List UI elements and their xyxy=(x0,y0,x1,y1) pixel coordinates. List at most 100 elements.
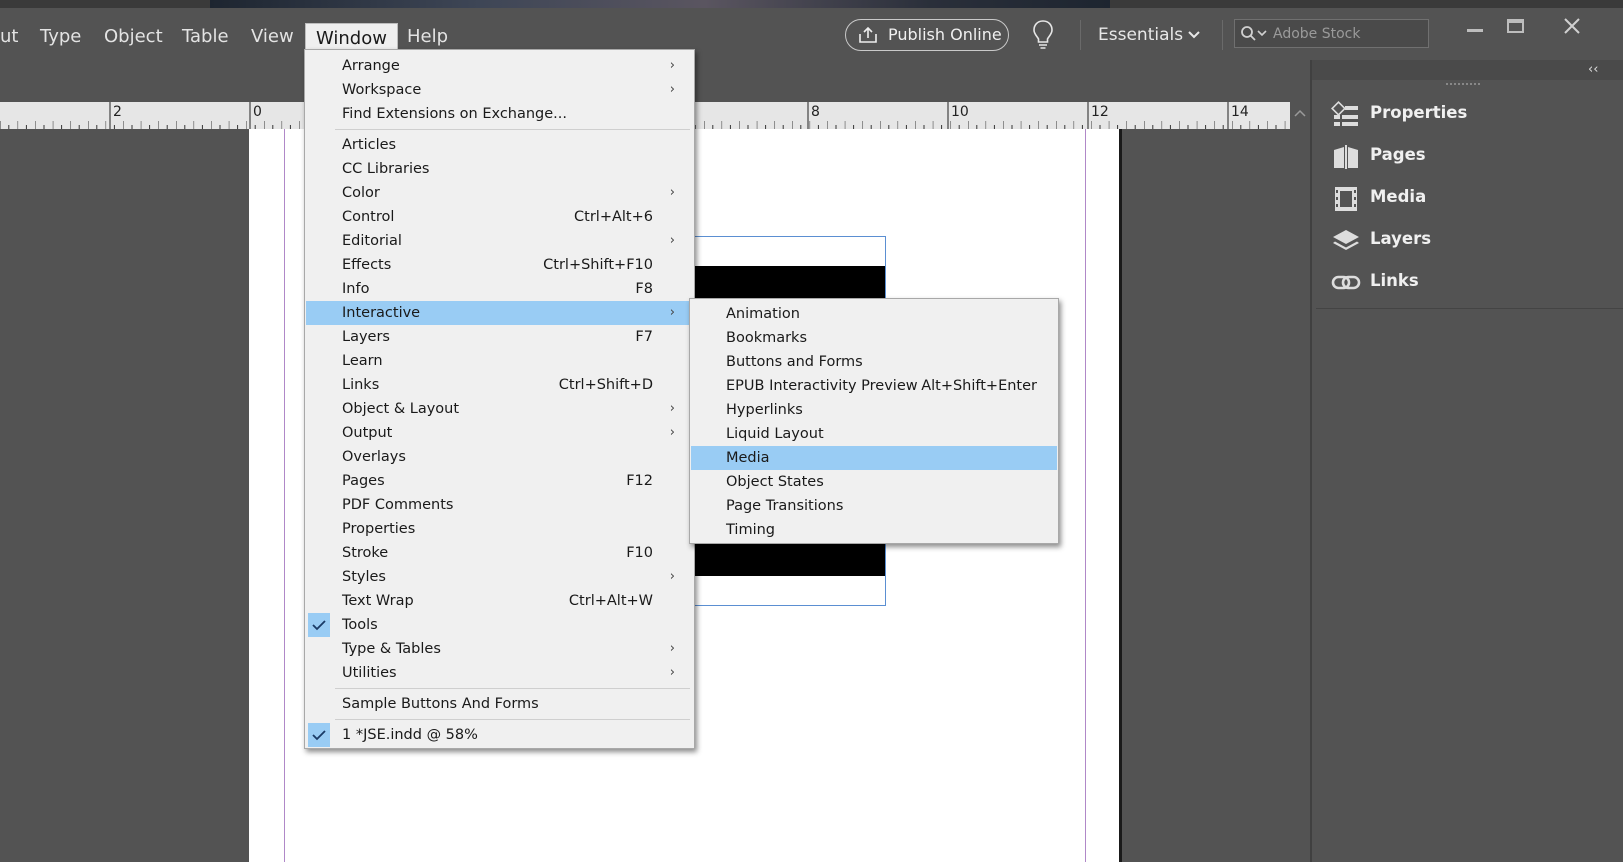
menu-item-utilities[interactable]: Utilities › xyxy=(306,661,693,685)
submenu-item-bookmarks[interactable]: Bookmarks xyxy=(691,326,1057,350)
dock-item-label: Properties xyxy=(1370,103,1468,122)
dock-item-media[interactable]: Media xyxy=(1326,181,1606,217)
submenu-item-object-states[interactable]: Object States xyxy=(691,470,1057,494)
chevron-right-icon: › xyxy=(669,401,675,416)
menu-item-info[interactable]: Info F8 xyxy=(306,277,693,301)
menu-item-tools[interactable]: Tools xyxy=(306,613,693,637)
menu-item-text-wrap[interactable]: Text Wrap Ctrl+Alt+W xyxy=(306,589,693,613)
ruler-label: 14 xyxy=(1231,104,1249,120)
pages-icon xyxy=(1334,145,1358,169)
menu-item-properties[interactable]: Properties xyxy=(306,517,693,541)
menu-item-pages[interactable]: Pages F12 xyxy=(306,469,693,493)
menu-separator xyxy=(335,129,690,130)
checkmark-icon xyxy=(308,723,330,747)
menu-shortcut: Ctrl+Shift+F10 xyxy=(543,257,653,273)
menu-item-open-document[interactable]: 1 *JSE.indd @ 58% xyxy=(306,723,693,747)
ruler-label: 10 xyxy=(951,104,969,120)
menu-separator xyxy=(335,719,690,720)
menu-shortcut: Ctrl+Alt+W xyxy=(568,593,653,609)
menu-separator xyxy=(335,688,690,689)
workspace-switcher[interactable]: Essentials xyxy=(1098,20,1183,50)
menu-item-articles[interactable]: Articles xyxy=(306,133,693,157)
menu-table[interactable]: Table xyxy=(172,22,239,52)
menu-item-cc-libraries[interactable]: CC Libraries xyxy=(306,157,693,181)
publish-online-button[interactable]: Publish Online xyxy=(845,19,1009,51)
margin-guide xyxy=(1085,129,1086,862)
chevron-right-icon: › xyxy=(669,569,675,584)
submenu-item-page-transitions[interactable]: Page Transitions xyxy=(691,494,1057,518)
dock-item-links[interactable]: Links xyxy=(1326,265,1606,301)
menu-item-workspace[interactable]: Workspace › xyxy=(306,78,693,102)
ruler-label: 12 xyxy=(1091,104,1109,120)
dock-grip[interactable] xyxy=(1446,83,1480,89)
menu-shortcut: Ctrl+Alt+6 xyxy=(574,209,653,225)
desktop-wallpaper-strip xyxy=(0,0,1623,8)
submenu-item-hyperlinks[interactable]: Hyperlinks xyxy=(691,398,1057,422)
dock-item-label: Media xyxy=(1370,187,1427,206)
upload-icon xyxy=(859,26,877,43)
menu-item-sample-buttons-forms[interactable]: Sample Buttons And Forms xyxy=(306,692,693,716)
ruler-label: 2 xyxy=(113,104,122,120)
dock-header xyxy=(1312,60,1623,80)
ruler-label: 8 xyxy=(811,104,820,120)
chevron-right-icon: › xyxy=(669,233,675,248)
close-icon[interactable] xyxy=(1553,14,1591,42)
media-icon xyxy=(1335,187,1357,211)
submenu-item-epub-preview[interactable]: EPUB Interactivity Preview Alt+Shift+Ente… xyxy=(691,374,1057,398)
menu-item-learn[interactable]: Learn xyxy=(306,349,693,373)
chevron-right-icon: › xyxy=(669,305,675,320)
menu-shortcut: Ctrl+Shift+D xyxy=(558,377,653,393)
menu-item-overlays[interactable]: Overlays xyxy=(306,445,693,469)
menu-item-effects[interactable]: Effects Ctrl+Shift+F10 xyxy=(306,253,693,277)
menu-item-find-extensions[interactable]: Find Extensions on Exchange... xyxy=(306,102,693,126)
search-input[interactable] xyxy=(1271,23,1425,45)
toolbar-separator xyxy=(1222,20,1223,50)
menu-item-object-layout[interactable]: Object & Layout › xyxy=(306,397,693,421)
menu-help[interactable]: Help xyxy=(397,22,458,52)
window-menu: Arrange › Workspace › Find Extensions on E… xyxy=(304,49,695,749)
lightbulb-icon[interactable] xyxy=(1032,19,1054,51)
menu-item-styles[interactable]: Styles › xyxy=(306,565,693,589)
adobe-stock-search[interactable] xyxy=(1234,19,1429,48)
menu-item-layers[interactable]: Layers F7 xyxy=(306,325,693,349)
dock-item-label: Layers xyxy=(1370,229,1432,248)
menu-item-control[interactable]: Control Ctrl+Alt+6 xyxy=(306,205,693,229)
submenu-item-liquid-layout[interactable]: Liquid Layout xyxy=(691,422,1057,446)
chevron-right-icon: › xyxy=(669,58,675,73)
menu-item-links[interactable]: Links Ctrl+Shift+D xyxy=(306,373,693,397)
menu-item-stroke[interactable]: Stroke F10 xyxy=(306,541,693,565)
menu-item-arrange[interactable]: Arrange › xyxy=(306,54,693,78)
menu-view[interactable]: View xyxy=(241,22,304,52)
menu-item-pdf-comments[interactable]: PDF Comments xyxy=(306,493,693,517)
dock-item-pages[interactable]: Pages xyxy=(1326,139,1606,175)
menu-item-type-tables[interactable]: Type & Tables › xyxy=(306,637,693,661)
minimize-icon[interactable] xyxy=(1455,14,1493,42)
collapse-panels-icon[interactable]: ‹‹ xyxy=(1588,62,1598,77)
dock-item-label: Links xyxy=(1370,271,1419,290)
chevron-right-icon: › xyxy=(669,665,675,680)
menu-shortcut: Alt+Shift+Enter xyxy=(921,378,1037,394)
menu-item-editorial[interactable]: Editorial › xyxy=(306,229,693,253)
menu-item-output[interactable]: Output › xyxy=(306,421,693,445)
dock-item-layers[interactable]: Layers xyxy=(1326,223,1606,259)
search-icon xyxy=(1241,26,1267,41)
menu-layout[interactable]: ut xyxy=(0,22,28,52)
menu-type[interactable]: Type xyxy=(30,22,91,52)
chevron-right-icon: › xyxy=(669,425,675,440)
submenu-item-media[interactable]: Media xyxy=(691,446,1057,470)
menu-item-interactive[interactable]: Interactive › xyxy=(306,301,693,325)
submenu-item-timing[interactable]: Timing xyxy=(691,518,1057,542)
maximize-icon[interactable] xyxy=(1497,14,1535,42)
dock-item-properties[interactable]: Properties xyxy=(1326,97,1606,133)
chevron-right-icon: › xyxy=(669,185,675,200)
menu-shortcut: F10 xyxy=(626,545,653,561)
ruler-scroll-up[interactable] xyxy=(1290,102,1310,129)
menu-object[interactable]: Object xyxy=(94,22,173,52)
margin-guide xyxy=(284,129,285,862)
checkmark-icon xyxy=(308,613,330,637)
chevron-down-icon[interactable] xyxy=(1187,28,1201,42)
menu-item-color[interactable]: Color › xyxy=(306,181,693,205)
submenu-item-animation[interactable]: Animation xyxy=(691,302,1057,326)
publish-online-label: Publish Online xyxy=(888,25,1002,44)
submenu-item-buttons-forms[interactable]: Buttons and Forms xyxy=(691,350,1057,374)
